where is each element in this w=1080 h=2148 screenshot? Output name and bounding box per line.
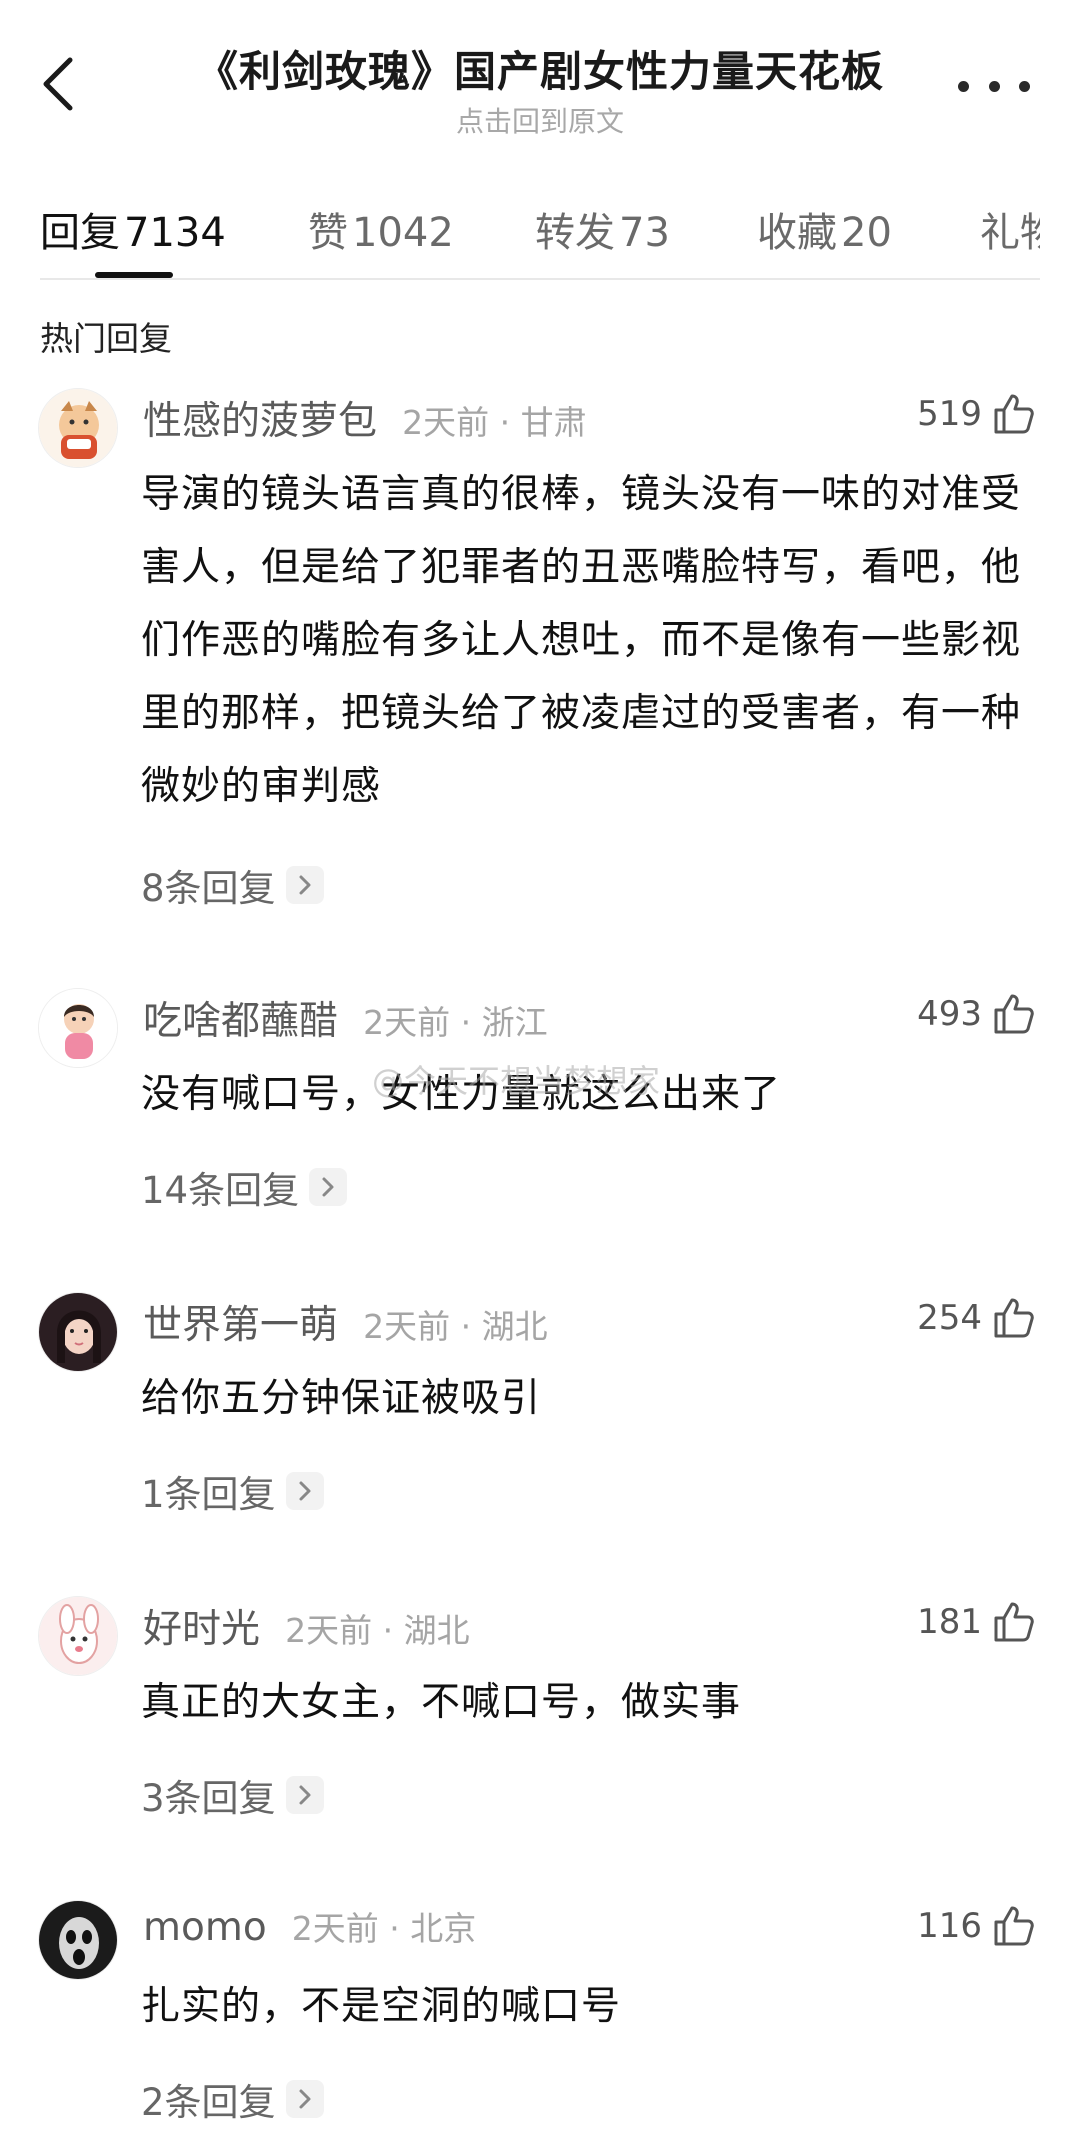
avatar[interactable]: [38, 388, 118, 468]
like-button[interactable]: 181: [917, 1600, 1036, 1644]
time-location: 2天前 · 浙江: [363, 1003, 548, 1042]
comment-text: 给你五分钟保证被吸引: [141, 1376, 542, 1421]
username[interactable]: 吃啥都蘸醋: [143, 999, 338, 1044]
tab-label: 回复: [40, 210, 120, 256]
more-dot: [988, 80, 1000, 92]
tab-label: 赞: [308, 210, 348, 256]
tab-label: 转发: [535, 210, 615, 256]
like-button[interactable]: 116: [917, 1904, 1036, 1948]
more-button[interactable]: [958, 66, 1030, 106]
comment-meta: 性感的菠萝包 2天前 · 甘肃: [143, 390, 587, 446]
tab-replies[interactable]: 回复 7134: [40, 200, 226, 258]
view-replies-link[interactable]: 3条回复: [141, 1768, 324, 1822]
tab-count: 1042: [352, 210, 454, 256]
chevron-left-icon: [43, 57, 73, 111]
avatar[interactable]: [38, 1292, 118, 1372]
comment-meta: 吃啥都蘸醋 2天前 · 浙江: [143, 990, 548, 1046]
avatar-image: [39, 1597, 117, 1675]
like-button[interactable]: 254: [917, 1296, 1036, 1340]
avatar[interactable]: [38, 988, 118, 1068]
comment-meta: momo 2天前 · 北京: [143, 1902, 476, 1950]
like-count: 116: [917, 1906, 982, 1946]
comment-text: 导演的镜头语言真的很棒，镜头没有一味的对准受害人，但是给了犯罪者的丑恶嘴脸特写，…: [141, 472, 1022, 809]
like-count: 493: [917, 994, 982, 1034]
divider: [40, 278, 1040, 280]
avatar[interactable]: [38, 1596, 118, 1676]
thumbs-up-icon: [994, 394, 1034, 434]
avatar-image: [39, 389, 117, 467]
comment-text: 扎实的，不是空洞的喊口号: [141, 1984, 622, 2029]
back-button[interactable]: [28, 52, 88, 116]
thumbs-up-icon: [994, 994, 1034, 1034]
tab-gifts[interactable]: 礼物: [980, 200, 1040, 258]
reply-count: 1条回复: [141, 1473, 276, 1516]
tab-label: 礼物: [980, 210, 1040, 256]
page-title[interactable]: 《利剑玫瑰》国产剧女性力量天花板: [150, 38, 930, 99]
view-replies-link[interactable]: 1条回复: [141, 1464, 324, 1518]
chevron-right-icon: [285, 2080, 324, 2118]
avatar[interactable]: [38, 1900, 118, 1980]
like-count: 254: [917, 1298, 982, 1338]
chevron-right-icon: [285, 1776, 324, 1814]
time-location: 2天前 · 甘肃: [402, 403, 587, 442]
tab-reposts[interactable]: 转发 73: [535, 200, 670, 258]
username[interactable]: 性感的菠萝包: [143, 399, 377, 444]
avatar-image: [39, 1901, 117, 1979]
thumbs-up-icon: [994, 1602, 1034, 1642]
more-dots-icon: [958, 80, 969, 92]
view-replies-link[interactable]: 2条回复: [141, 2072, 324, 2126]
comment-text: 真正的大女主，不喊口号，做实事: [141, 1680, 742, 1725]
username[interactable]: momo: [143, 1905, 267, 1950]
like-count: 181: [917, 1602, 982, 1642]
avatar-image: [39, 1293, 117, 1371]
reply-count: 3条回复: [141, 1777, 276, 1820]
chevron-right-icon: [285, 866, 324, 904]
username[interactable]: 世界第一萌: [143, 1303, 338, 1348]
tab-favorites[interactable]: 收藏 20: [757, 200, 892, 258]
avatar-image: [39, 989, 117, 1067]
reply-count: 2条回复: [141, 2081, 276, 2124]
tab-count: 7134: [124, 210, 226, 256]
username[interactable]: 好时光: [143, 1607, 260, 1652]
hot-replies-heading: 热门回复: [40, 319, 172, 358]
tab-count: 20: [841, 210, 892, 256]
thumbs-up-icon: [994, 1298, 1034, 1338]
view-replies-link[interactable]: 8条回复: [141, 858, 324, 912]
tab-label: 收藏: [757, 210, 837, 256]
time-location: 2天前 · 湖北: [285, 1611, 470, 1650]
like-button[interactable]: 519: [917, 392, 1036, 436]
time-location: 2天前 · 湖北: [363, 1307, 548, 1346]
comment-meta: 好时光 2天前 · 湖北: [143, 1598, 470, 1654]
tab-count: 73: [619, 210, 670, 256]
reply-count: 14条回复: [141, 1169, 300, 1212]
chevron-right-icon: [309, 1168, 348, 1206]
like-button[interactable]: 493: [917, 992, 1036, 1036]
more-dot: [1019, 80, 1030, 92]
comment-meta: 世界第一萌 2天前 · 湖北: [143, 1294, 548, 1350]
top-bar: 《利剑玫瑰》国产剧女性力量天花板 点击回到原文: [0, 0, 1080, 180]
tab-bar: 回复7134 赞1042 转发73 收藏20 礼物: [0, 190, 1040, 280]
back-to-original-link[interactable]: 点击回到原文: [290, 100, 790, 140]
time-location: 2天前 · 北京: [291, 1909, 477, 1948]
like-count: 519: [917, 394, 982, 434]
tab-likes[interactable]: 赞 1042: [308, 200, 454, 258]
chevron-right-icon: [285, 1472, 324, 1510]
view-replies-link[interactable]: 14条回复: [141, 1160, 348, 1214]
thumbs-up-icon: [994, 1906, 1034, 1946]
watermark: @今天不想当梦想家: [372, 1062, 661, 1100]
reply-count: 8条回复: [141, 867, 276, 910]
